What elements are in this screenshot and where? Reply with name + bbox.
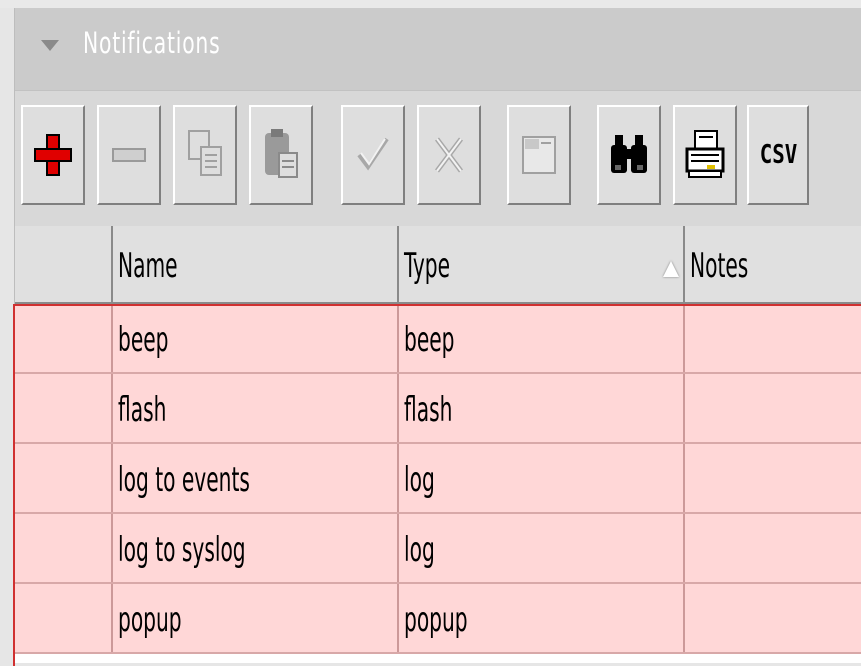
cell-type[interactable]: log — [399, 514, 685, 582]
table-row[interactable]: flash flash — [15, 374, 861, 444]
plus-icon — [34, 134, 72, 176]
row-selector[interactable] — [15, 444, 113, 512]
collapse-arrow-icon[interactable] — [41, 40, 59, 51]
remove-button[interactable] — [97, 105, 161, 205]
cell-name[interactable]: flash — [113, 374, 399, 442]
printer-icon — [685, 130, 725, 178]
enable-button[interactable] — [341, 105, 405, 205]
disable-button[interactable] — [417, 105, 481, 205]
row-selector[interactable] — [15, 584, 113, 652]
cell-notes[interactable] — [685, 514, 861, 582]
add-button[interactable] — [21, 105, 85, 205]
notifications-panel: Notifications CSV Name Type Notes beep b… — [13, 8, 861, 666]
table-row[interactable]: beep beep — [15, 304, 861, 374]
cell-name[interactable]: beep — [113, 304, 399, 372]
csv-icon: CSV — [759, 140, 797, 170]
panel-header[interactable]: Notifications — [15, 8, 861, 90]
row-selector[interactable] — [15, 304, 113, 372]
column-header-notes[interactable]: Notes — [685, 226, 861, 302]
notifications-table: Name Type Notes beep beep flash flash lo… — [13, 226, 861, 666]
cross-icon — [435, 137, 463, 173]
row-selector[interactable] — [15, 514, 113, 582]
cell-name[interactable]: log to events — [113, 444, 399, 512]
column-header-selector[interactable] — [15, 226, 113, 302]
cell-notes[interactable] — [685, 584, 861, 652]
sort-ascending-icon — [663, 261, 679, 277]
cell-notes[interactable] — [685, 444, 861, 512]
cell-name[interactable]: popup — [113, 584, 399, 652]
check-icon — [357, 137, 389, 171]
paste-icon — [265, 129, 298, 178]
table-row[interactable]: popup popup — [15, 584, 861, 654]
find-button[interactable] — [597, 105, 661, 205]
column-header-name[interactable]: Name — [113, 226, 399, 302]
table-row[interactable]: log to events log — [15, 444, 861, 514]
window-top-edge — [0, 0, 861, 8]
minus-icon — [112, 148, 146, 162]
column-header-type[interactable]: Type — [399, 226, 685, 302]
csv-button[interactable]: CSV — [747, 105, 809, 205]
note-icon — [522, 136, 556, 174]
copy-button[interactable] — [173, 105, 237, 205]
cell-notes[interactable] — [685, 304, 861, 372]
cell-type[interactable]: popup — [399, 584, 685, 652]
paste-button[interactable] — [249, 105, 313, 205]
comment-button[interactable] — [507, 105, 571, 205]
cell-type[interactable]: log — [399, 444, 685, 512]
panel-title: Notifications — [83, 26, 221, 60]
cell-type[interactable]: beep — [399, 304, 685, 372]
binoculars-icon — [611, 135, 647, 173]
cell-name[interactable]: log to syslog — [113, 514, 399, 582]
row-selector[interactable] — [15, 374, 113, 442]
toolbar: CSV — [15, 90, 861, 227]
cell-notes[interactable] — [685, 374, 861, 442]
table-row[interactable]: log to syslog log — [15, 514, 861, 584]
window-left-edge — [0, 8, 14, 663]
cell-type[interactable]: flash — [399, 374, 685, 442]
table-header: Name Type Notes — [15, 226, 861, 304]
print-button[interactable] — [673, 105, 737, 205]
copy-icon — [188, 130, 222, 176]
